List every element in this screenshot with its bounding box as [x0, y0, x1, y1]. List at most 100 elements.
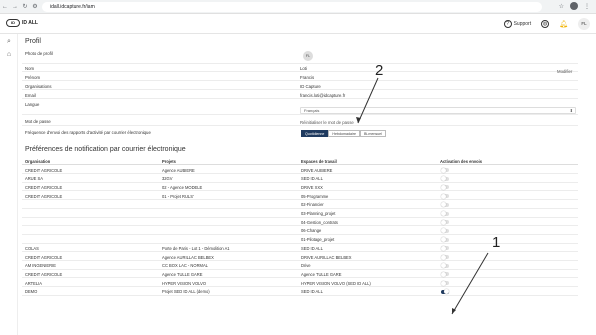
- activation-toggle[interactable]: [441, 202, 449, 208]
- frequency-weekly-button[interactable]: Hebdomadaire: [328, 130, 360, 137]
- cell-project: Projet SED ID ALL (demo): [162, 289, 210, 295]
- cell-organisation: CREDIT AGRICOLE: [25, 271, 63, 277]
- profile-row-email: Email francis.loti@idcapture.fr: [22, 92, 578, 99]
- address-bar[interactable]: idall.idcapture.fr/iam: [42, 2, 542, 12]
- cell-project: Agence AUBIERE: [162, 167, 195, 173]
- col-organisation: Organisation: [25, 159, 51, 164]
- reload-icon[interactable]: ↻: [20, 3, 30, 10]
- table-row: 02-Financier: [22, 201, 578, 209]
- reset-password-link[interactable]: Réinitialiser le mot de passe: [300, 120, 354, 125]
- table-row: 04-Gestion_contrats: [22, 218, 578, 227]
- field-label: Email: [25, 93, 36, 98]
- cell-workspace: DRIVE XXX: [301, 184, 323, 190]
- cell-organisation: DEMO: [25, 289, 38, 295]
- field-label: Langue: [25, 102, 40, 107]
- cell-project: HYPER VISION VOLVO: [162, 280, 207, 286]
- frequency-toggle-group: Quotidienne Hebdomadaire Bi-mensuel: [301, 130, 386, 137]
- profile-row-frequency: Fréquence d'envoi des rapports d'activit…: [22, 127, 578, 138]
- browser-profile-icon[interactable]: [570, 2, 578, 10]
- cell-workspace: 04-Gestion_contrats: [301, 219, 338, 225]
- col-espaces: Espaces de travail: [301, 159, 337, 164]
- cell-workspace: DRIVE AURILLAC BELBEX: [301, 254, 352, 260]
- activation-toggle[interactable]: [441, 280, 449, 286]
- profile-row-prenom: Prénom Francis: [22, 74, 578, 81]
- table-row: AM INGENIERIE CC BOX LAC - NORMAL Drive: [22, 262, 578, 270]
- profile-row-photo: Photo de profil: [22, 50, 578, 64]
- logo-text: ID ALL: [22, 20, 38, 26]
- field-value: Loti: [300, 66, 307, 71]
- field-label: Nom: [25, 66, 35, 71]
- activation-toggle[interactable]: [441, 219, 449, 225]
- support-label: Support: [513, 21, 532, 27]
- cell-organisation: AM INGENIERIE: [25, 263, 56, 269]
- cell-workspace: DRIVE AUBIERE: [301, 167, 333, 173]
- table-row: CREDIT AGRICOLE Agence AURILLAC BELBEX DRI…: [22, 253, 578, 261]
- browser-actions: ☆ ⋮: [559, 2, 590, 10]
- url-text: idall.idcapture.fr/iam: [50, 4, 95, 10]
- frequency-daily-button[interactable]: Quotidienne: [301, 130, 329, 137]
- home-icon[interactable]: ⌂: [3, 50, 15, 60]
- table-row: CREDIT AGRICOLE Agence AUBIERE DRIVE AUBIE…: [22, 166, 578, 174]
- site-info-icon[interactable]: ⚙: [30, 3, 40, 10]
- arrow-1-head: [452, 308, 456, 314]
- support-button[interactable]: ? Support: [503, 20, 532, 28]
- browser-toolbar: ← → ↻ ⚙ idall.idcapture.fr/iam ☆ ⋮: [0, 0, 596, 14]
- table-row: CREDIT AGRICOLE 02 - Agence MODELE DRIVE X…: [22, 183, 578, 192]
- profile-photo[interactable]: FL: [303, 51, 313, 61]
- photo-label: Photo de profil: [25, 51, 53, 56]
- profil-title: Profil: [25, 38, 41, 45]
- activation-toggle[interactable]: [441, 211, 449, 216]
- field-value: francis.loti@idcapture.fr: [300, 93, 346, 98]
- col-projets: Projets: [162, 159, 176, 164]
- search-icon[interactable]: ⌕: [3, 37, 15, 47]
- header-actions: ? Support ◍ 🔔︎ FL: [503, 18, 590, 30]
- activation-toggle[interactable]: [441, 254, 449, 260]
- language-select[interactable]: Français ⬍: [300, 107, 576, 114]
- table-row: ARTELIA HYPER VISION VOLVO HYPER VISION VO…: [22, 279, 578, 288]
- cell-project: Agence TULLE GARE: [162, 271, 203, 277]
- cell-project: 01 - Projet RULS': [162, 193, 194, 199]
- language-value: Français: [304, 108, 320, 113]
- back-icon[interactable]: ←: [0, 4, 10, 10]
- cell-organisation: ARUE SA: [25, 176, 43, 182]
- activation-toggle[interactable]: [441, 271, 449, 277]
- app-header: ID ID ALL ? Support ◍ 🔔︎ FL: [0, 14, 596, 34]
- logo[interactable]: ID ID ALL: [6, 19, 38, 27]
- logo-mark-icon: ID: [6, 19, 20, 27]
- field-label: Organisations: [25, 84, 52, 89]
- activation-toggle[interactable]: [441, 176, 449, 182]
- bell-icon[interactable]: 🔔︎: [559, 20, 568, 28]
- left-rail: ⌕ ⌂: [0, 34, 18, 335]
- cell-workspace: Agence TULLE GARE: [301, 271, 342, 277]
- field-value: Francis: [300, 75, 315, 80]
- cell-organisation: CREDIT AGRICOLE: [25, 193, 63, 199]
- activation-toggle[interactable]: [441, 193, 449, 199]
- cell-workspace: HYPER VISION VOLVO (SED ID ALL): [301, 280, 371, 286]
- activation-toggle[interactable]: [441, 167, 449, 173]
- profile-row-nom: Nom Loti: [22, 65, 578, 72]
- activation-toggle[interactable]: [441, 184, 449, 190]
- chevron-down-icon: ⬍: [569, 108, 573, 113]
- table-row: DEMO Projet SED ID ALL (demo) SED ID ALL: [22, 288, 578, 296]
- cell-organisation: COLAS: [25, 245, 39, 251]
- annotation-1: 1: [492, 234, 501, 251]
- cell-workspace: 06-Change: [301, 228, 322, 234]
- activation-toggle[interactable]: [441, 289, 449, 295]
- notifications-table-header: Organisation Projets Espaces de travail …: [22, 158, 578, 165]
- forward-icon[interactable]: →: [10, 4, 20, 10]
- star-icon[interactable]: ☆: [559, 3, 564, 10]
- cell-project: CC BOX LAC - NORMAL: [162, 263, 208, 269]
- field-value: ID Capture: [300, 84, 321, 89]
- cell-workspace: Drive: [301, 263, 311, 269]
- cell-workspace: 02-Financier: [301, 202, 324, 208]
- cell-project: 02 - Agence MODELE: [162, 184, 203, 190]
- activation-toggle[interactable]: [441, 263, 449, 269]
- activation-toggle[interactable]: [441, 245, 449, 251]
- activation-toggle[interactable]: [441, 237, 449, 243]
- frequency-biweekly-button[interactable]: Bi-mensuel: [359, 130, 386, 137]
- activation-toggle[interactable]: [441, 228, 449, 234]
- table-row: CREDIT AGRICOLE 01 - Projet RULS' 05-Progr…: [22, 192, 578, 201]
- globe-icon[interactable]: ◍: [541, 20, 550, 28]
- more-vert-icon[interactable]: ⋮: [584, 3, 590, 10]
- avatar[interactable]: FL: [578, 18, 590, 30]
